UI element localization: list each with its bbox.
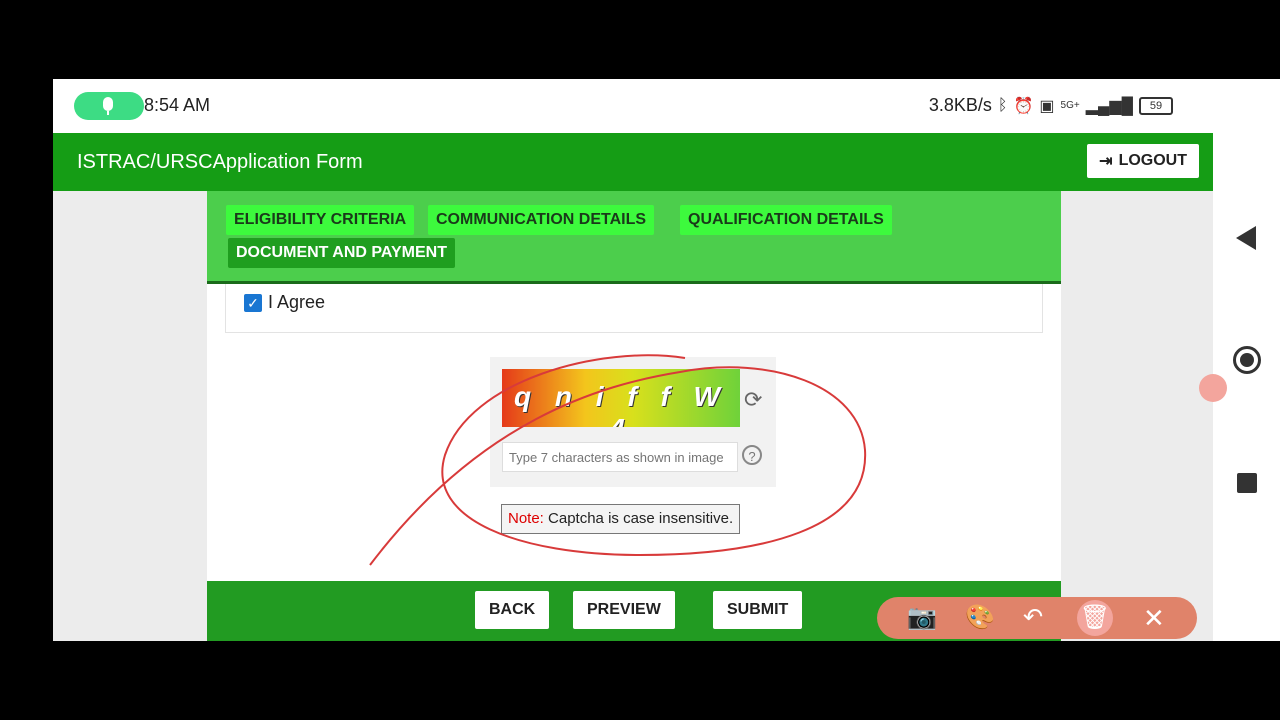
- captcha-text: q n i f f W 4: [514, 381, 728, 427]
- network-type: 5G+: [1060, 100, 1080, 111]
- alarm-icon: ⏰: [1013, 97, 1034, 115]
- nav-recent-icon[interactable]: [1237, 473, 1257, 493]
- trash-icon[interactable]: 🗑: [1077, 600, 1113, 636]
- form-panel: ELIGIBILITY CRITERIA COMMUNICATION DETAI…: [207, 191, 1061, 641]
- screen-recorder-toolbar: 📷 🎨 ↶ 🗑 ✕: [877, 597, 1197, 639]
- status-bar: 8:54 AM 3.8KB/s ᛒ ⏰ ▣ 5G+ ▂▄▆█ 59: [53, 79, 1213, 133]
- mic-indicator[interactable]: [74, 92, 144, 120]
- nav-home-icon[interactable]: [1233, 346, 1261, 374]
- agree-section: ✓ I Agree: [225, 284, 1043, 333]
- submit-button[interactable]: SUBMIT: [713, 591, 803, 629]
- signal-icon: ▂▄▆█: [1085, 97, 1133, 115]
- nav-back-icon[interactable]: [1236, 226, 1256, 250]
- back-button[interactable]: BACK: [475, 591, 550, 629]
- tab-communication-details[interactable]: COMMUNICATION DETAILS: [428, 205, 655, 235]
- refresh-icon[interactable]: ⟳: [744, 387, 762, 413]
- logout-icon: ⇥: [1099, 153, 1113, 170]
- captcha-input[interactable]: [502, 442, 738, 472]
- app-header: ISTRAC/URSCApplication Form ⇥ LOGOUT: [53, 133, 1213, 191]
- captcha-widget: q n i f f W 4 ⟳ ?: [490, 357, 776, 487]
- preview-button[interactable]: PREVIEW: [573, 591, 675, 629]
- undo-icon[interactable]: ↶: [1023, 603, 1043, 632]
- status-icons: 3.8KB/s ᛒ ⏰ ▣ 5G+ ▂▄▆█ 59: [929, 95, 1173, 116]
- note-text: Captcha is case insensitive.: [543, 510, 734, 527]
- captcha-image: q n i f f W 4: [502, 369, 740, 427]
- tab-document-and-payment[interactable]: DOCUMENT AND PAYMENT: [228, 238, 455, 268]
- phone-screen: 8:54 AM 3.8KB/s ᛒ ⏰ ▣ 5G+ ▂▄▆█ 59 ISTRAC…: [53, 79, 1213, 641]
- help-icon[interactable]: ?: [742, 445, 762, 465]
- close-icon[interactable]: ✕: [1143, 603, 1165, 634]
- logout-label: LOGOUT: [1118, 152, 1187, 169]
- agree-checkbox[interactable]: ✓: [244, 294, 262, 312]
- note-prefix: Note:: [508, 510, 544, 527]
- palette-icon[interactable]: 🎨: [965, 603, 995, 632]
- captcha-note: Note: Captcha is case insensitive.: [501, 504, 741, 534]
- network-speed: 3.8KB/s: [928, 95, 992, 115]
- camera-icon[interactable]: 📷: [907, 603, 937, 632]
- tab-qualification-details[interactable]: QUALIFICATION DETAILS: [680, 205, 892, 235]
- status-time: 8:54 AM: [144, 95, 211, 115]
- tab-eligibility-criteria[interactable]: ELIGIBILITY CRITERIA: [226, 205, 415, 235]
- app-title: ISTRAC/URSCApplication Form: [77, 151, 363, 173]
- volte-icon: ▣: [1039, 97, 1055, 115]
- mic-icon: [103, 97, 113, 111]
- floating-dot[interactable]: [1199, 374, 1227, 402]
- bluetooth-icon: ᛒ: [997, 96, 1008, 114]
- logout-button[interactable]: ⇥ LOGOUT: [1087, 144, 1199, 178]
- form-tabs: ELIGIBILITY CRITERIA COMMUNICATION DETAI…: [207, 191, 1061, 284]
- agree-label: I Agree: [268, 292, 326, 312]
- battery-icon: 59: [1139, 96, 1173, 115]
